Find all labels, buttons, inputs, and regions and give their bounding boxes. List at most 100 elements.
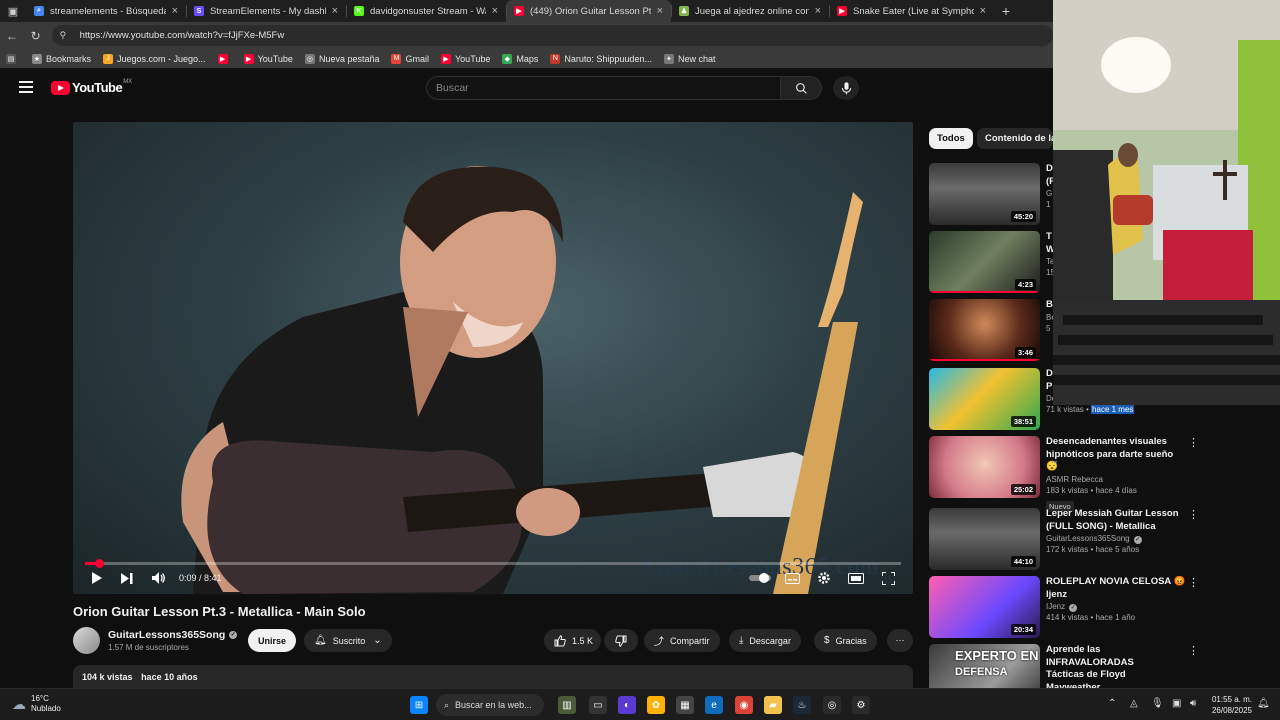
- system-clock[interactable]: 01:55 a. m. 26/08/2025: [1207, 694, 1252, 716]
- bookmark-item[interactable]: N Naruto: Shippuuden...: [550, 53, 652, 64]
- discord-icon[interactable]: ◐: [618, 696, 636, 714]
- next-button[interactable]: [120, 570, 134, 586]
- video-thumbnail[interactable]: 3:46: [929, 299, 1040, 361]
- new-tab-button[interactable]: +: [994, 3, 1018, 19]
- video-thumbnail[interactable]: 38:51: [929, 368, 1040, 430]
- recommended-video-title[interactable]: Desencadenantes visuales hipnóticos para …: [1046, 436, 1186, 474]
- recommended-video[interactable]: 25:02 Desencadenantes visuales hipnóticos …: [929, 436, 1199, 512]
- subscribed-button[interactable]: 🔔︎ Suscrito ⌄: [304, 629, 392, 652]
- edge-icon[interactable]: e: [705, 696, 723, 714]
- video-info[interactable]: Desencadenantes visuales hipnóticos para …: [1046, 436, 1186, 514]
- recommended-video[interactable]: 20:34 ROLEPLAY NOVIA CELOSA 😡 ljenz IJenz ✓ 4…: [929, 576, 1199, 640]
- recommended-video[interactable]: 38:51DPDepredador X71 k vistas • hace 1 …: [929, 368, 1135, 432]
- video-info[interactable]: Leper Messiah Guitar Lesson (FULL SONG) -…: [1046, 508, 1186, 555]
- more-options-icon[interactable]: ⋮: [1188, 508, 1199, 521]
- search-button[interactable]: [781, 76, 822, 100]
- more-options-icon[interactable]: ⋮: [1188, 644, 1199, 657]
- close-tab-icon[interactable]: ×: [492, 5, 498, 17]
- bookmark-item[interactable]: ★ Bookmarks: [32, 53, 91, 64]
- recommended-video[interactable]: 3:46 B Be 5: [929, 299, 1056, 363]
- bookmark-item[interactable]: ◆ Maps: [502, 53, 538, 64]
- download-button[interactable]: ⤓ Descargar: [729, 629, 801, 652]
- autoplay-toggle[interactable]: [749, 570, 771, 586]
- video-thumbnail[interactable]: 4:23: [929, 231, 1040, 293]
- task-view-icon[interactable]: ▭: [589, 696, 607, 714]
- browser-tab[interactable]: ⌕ streamelements - Búsqueda ×: [26, 0, 186, 22]
- channel-name[interactable]: GuitarLessons365Song: [108, 629, 225, 641]
- theater-mode-button[interactable]: [847, 570, 865, 586]
- copilot-icon[interactable]: ✿: [647, 696, 665, 714]
- browser-tab[interactable]: S StreamElements - My dashboard ×: [186, 0, 346, 22]
- widget-icon[interactable]: ▥: [558, 696, 576, 714]
- recommended-video-title[interactable]: Leper Messiah Guitar Lesson (FULL SONG) -…: [1046, 508, 1186, 533]
- recommended-channel[interactable]: ASMR Rebecca: [1046, 474, 1186, 485]
- video-thumbnail[interactable]: 45:20: [929, 163, 1040, 225]
- close-tab-icon[interactable]: ×: [657, 5, 663, 17]
- bookmarks-panel-icon[interactable]: ▤: [6, 53, 20, 64]
- windows-start-icon[interactable]: ⊞: [410, 696, 428, 714]
- channel-avatar[interactable]: [73, 627, 100, 654]
- browser-tab[interactable]: ▶ (449) Orion Guitar Lesson Pt.3 - M... ×: [506, 0, 671, 22]
- window-menu-icon[interactable]: ▣: [0, 0, 26, 22]
- volume-button[interactable]: [151, 570, 167, 586]
- bookmark-item[interactable]: ◎ Nueva pestaña: [304, 53, 379, 64]
- chip-all[interactable]: Todos: [929, 128, 973, 149]
- taskbar-search[interactable]: ⌕ Buscar en la web...: [436, 694, 544, 716]
- bookmark-item[interactable]: ▶: [217, 53, 232, 64]
- recommended-channel[interactable]: GuitarLessons365Song ✓: [1046, 533, 1186, 544]
- video-player[interactable]: GuitarLessons365.com 0:09 / 8:41: [73, 122, 913, 594]
- obs-icon[interactable]: ◎: [823, 696, 841, 714]
- browser-tab[interactable]: ♟ Juega al ajedrez online contra el... ×: [671, 0, 829, 22]
- menu-icon[interactable]: [19, 81, 33, 93]
- bookmark-item[interactable]: ✦ New chat: [663, 53, 715, 64]
- site-info-icon[interactable]: ⚲: [60, 30, 74, 41]
- thanks-button[interactable]: $ Gracias: [814, 629, 877, 652]
- youtube-logo[interactable]: YouTube MX: [51, 79, 132, 95]
- steam-icon[interactable]: ♨: [793, 696, 811, 714]
- notifications-icon[interactable]: 🔔︎: [1257, 698, 1270, 709]
- recommended-video[interactable]: 4:23 T W Te 15: [929, 231, 1055, 295]
- video-thumbnail[interactable]: 44:10: [929, 508, 1040, 570]
- url-input[interactable]: ⚲ https://www.youtube.com/watch?v=fJjFXe…: [51, 25, 1053, 46]
- video-thumbnail[interactable]: 25:02: [929, 436, 1040, 498]
- more-options-icon[interactable]: ⋮: [1188, 576, 1199, 589]
- subtitles-button[interactable]: [784, 570, 800, 586]
- recommended-video[interactable]: 44:10 Leper Messiah Guitar Lesson (FULL SO…: [929, 508, 1199, 572]
- file-explorer-icon[interactable]: ▰: [764, 696, 782, 714]
- reload-icon[interactable]: ↻: [24, 29, 48, 43]
- tray-overflow-icon[interactable]: ⌃: [1108, 698, 1116, 709]
- progress-bar[interactable]: [85, 559, 901, 568]
- video-info[interactable]: ROLEPLAY NOVIA CELOSA 😡 ljenz IJenz ✓ 414 k …: [1046, 576, 1186, 623]
- voice-search-button[interactable]: [833, 76, 859, 100]
- tray-mic-icon[interactable]: 🎙︎: [1151, 698, 1164, 709]
- fullscreen-button[interactable]: [880, 570, 896, 586]
- more-actions-button[interactable]: ⋯: [887, 629, 913, 652]
- close-tab-icon[interactable]: ×: [980, 5, 986, 17]
- video-thumbnail[interactable]: 20:34: [929, 576, 1040, 638]
- channel-name-row[interactable]: GuitarLessons365Song ✓: [108, 629, 238, 641]
- bookmark-item[interactable]: J Juegos.com - Juego...: [103, 53, 206, 64]
- store-icon[interactable]: ▦: [676, 696, 694, 714]
- bookmark-item[interactable]: ▶ YouTube: [441, 53, 490, 64]
- share-button[interactable]: ⤴ Compartir: [644, 629, 720, 652]
- recommended-video-title[interactable]: ROLEPLAY NOVIA CELOSA 😡 ljenz: [1046, 576, 1186, 601]
- search-input[interactable]: Buscar: [426, 76, 781, 100]
- close-tab-icon[interactable]: ×: [815, 5, 821, 17]
- tray-app-icon[interactable]: ◬: [1130, 698, 1138, 709]
- more-options-icon[interactable]: ⋮: [1188, 436, 1199, 449]
- close-tab-icon[interactable]: ×: [172, 5, 178, 17]
- bookmark-item[interactable]: ▶ YouTube: [243, 53, 293, 64]
- back-icon[interactable]: ←: [0, 29, 24, 43]
- weather-widget[interactable]: ☁ 16°C Nublado: [12, 694, 61, 714]
- close-tab-icon[interactable]: ×: [332, 5, 338, 17]
- progress-scrubber[interactable]: [94, 559, 104, 568]
- tray-volume-icon[interactable]: 🔊︎: [1190, 698, 1196, 709]
- bookmark-item[interactable]: M Gmail: [391, 53, 429, 64]
- settings-app-icon[interactable]: ⚙: [852, 696, 870, 714]
- like-button[interactable]: 1.5 K: [544, 629, 602, 652]
- join-button[interactable]: Unirse: [248, 629, 297, 652]
- chrome-icon[interactable]: ◉: [735, 696, 753, 714]
- tray-network-icon[interactable]: ▣: [1172, 698, 1181, 709]
- browser-tab[interactable]: Kdavidgonsuster Stream - Watch l... ×: [346, 0, 506, 22]
- settings-button[interactable]: [816, 570, 832, 586]
